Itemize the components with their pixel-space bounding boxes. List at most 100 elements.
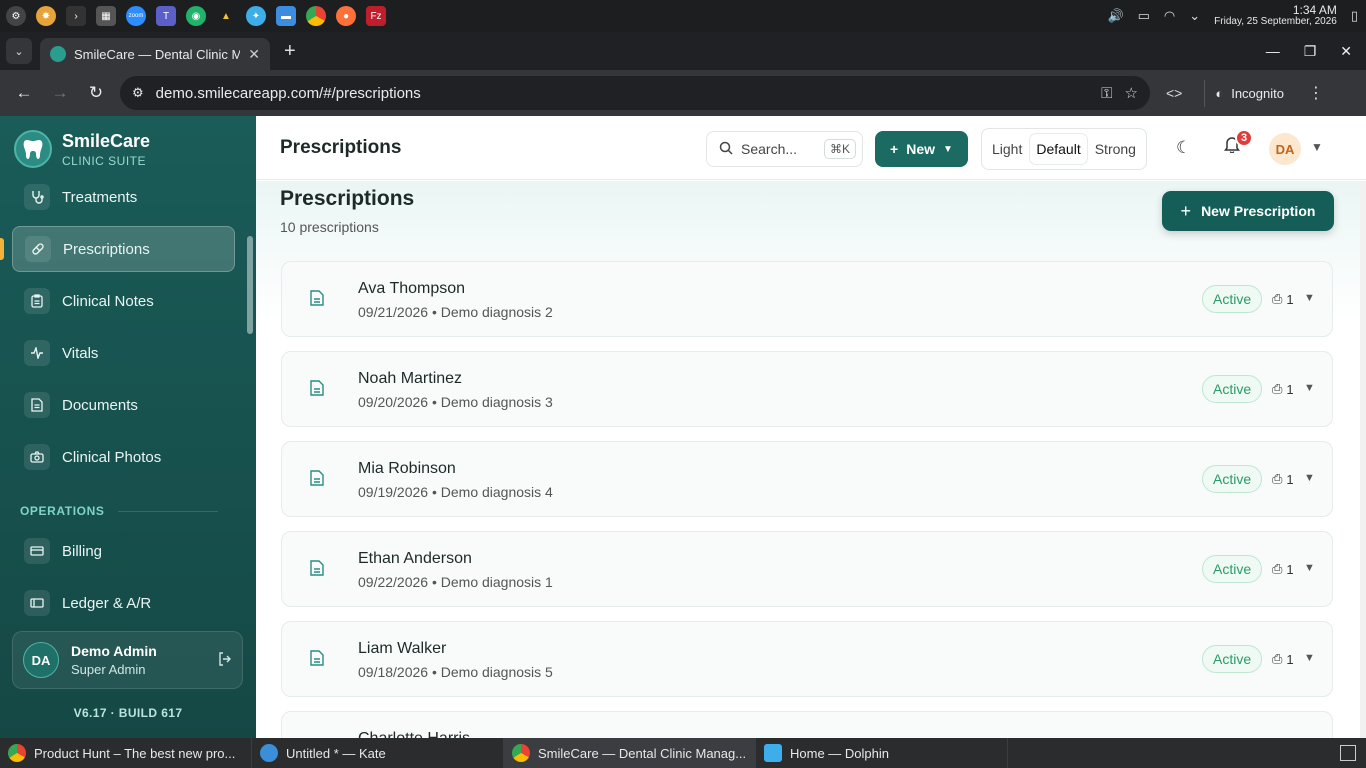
new-prescription-button[interactable]: + New Prescription bbox=[1162, 191, 1334, 231]
reload-icon[interactable]: ↻ bbox=[78, 83, 114, 103]
print-copies[interactable]: ⎙ 1 bbox=[1272, 381, 1294, 397]
filezilla-icon[interactable]: Fz bbox=[366, 6, 386, 26]
clock[interactable]: 1:34 AM Friday, 25 September, 2026 bbox=[1214, 3, 1337, 27]
copies-count: 1 bbox=[1286, 291, 1294, 307]
print-copies[interactable]: ⎙ 1 bbox=[1272, 561, 1294, 577]
expand-chevron-icon[interactable]: ▼ bbox=[1304, 382, 1315, 394]
prescription-document-icon bbox=[310, 560, 324, 581]
patient-name: Ava Thompson bbox=[358, 280, 466, 297]
prescription-card[interactable]: Ethan Anderson 09/22/2026 • Demo diagnos… bbox=[281, 531, 1333, 607]
prescription-date: 09/20/2026 bbox=[358, 394, 429, 410]
user-card[interactable]: DA Demo Admin Super Admin bbox=[12, 631, 243, 689]
dark-mode-moon-icon[interactable]: ☾ bbox=[1176, 138, 1191, 158]
prescription-card[interactable]: Liam Walker 09/18/2026 • Demo diagnosis … bbox=[281, 621, 1333, 697]
back-icon[interactable]: ← bbox=[6, 83, 42, 103]
prescription-document-icon bbox=[310, 650, 324, 671]
chat-app-icon[interactable]: ◉ bbox=[186, 6, 206, 26]
tab-search-dropdown-icon[interactable]: ⌄ bbox=[6, 38, 32, 64]
prescription-card[interactable]: Mia Robinson 09/19/2026 • Demo diagnosis… bbox=[281, 441, 1333, 517]
main-scrollbar[interactable] bbox=[1360, 181, 1366, 738]
new-tab-icon[interactable]: + bbox=[284, 40, 296, 63]
file-manager-icon[interactable]: ▬ bbox=[276, 6, 296, 26]
prescription-card[interactable]: Noah Martinez 09/20/2026 • Demo diagnosi… bbox=[281, 351, 1333, 427]
address-bar[interactable]: ⚙ demo.smilecareapp.com/#/prescriptions … bbox=[120, 76, 1150, 110]
wifi-icon[interactable]: ◠ bbox=[1164, 8, 1175, 24]
prescription-meta: 09/19/2026 • Demo diagnosis 4 bbox=[358, 484, 553, 500]
browser-menu-icon[interactable]: ⋮ bbox=[1308, 83, 1324, 103]
tab-close-icon[interactable]: ✕ bbox=[248, 46, 260, 63]
expand-chevron-icon[interactable]: ▼ bbox=[1304, 292, 1315, 304]
sidebar-item-label: Vitals bbox=[62, 344, 99, 362]
sidebar-item-prescriptions[interactable]: Prescriptions bbox=[12, 226, 235, 272]
sidebar-item-clinical-photos[interactable]: Clinical Photos bbox=[12, 434, 235, 480]
density-toggle: Light Default Strong bbox=[981, 128, 1147, 170]
section-title-operations: OPERATIONS bbox=[20, 504, 219, 518]
taskbar-item-label: SmileCare — Dental Clinic Manag... bbox=[538, 745, 747, 761]
density-default[interactable]: Default bbox=[1030, 134, 1087, 164]
terminal-icon[interactable]: › bbox=[66, 6, 86, 26]
sidebar-item-ledger[interactable]: Ledger & A/R bbox=[12, 580, 235, 626]
prescription-diagnosis: Demo diagnosis 3 bbox=[440, 394, 553, 410]
sidebar-item-documents[interactable]: Documents bbox=[12, 382, 235, 428]
search-input[interactable]: Search... ⌘K bbox=[706, 131, 863, 167]
print-copies[interactable]: ⎙ 1 bbox=[1272, 651, 1294, 667]
incognito-indicator[interactable]: ◐ Incognito bbox=[1204, 79, 1294, 107]
calendar-app-icon[interactable]: ▦ bbox=[96, 6, 116, 26]
sidebar-item-treatments[interactable]: Treatments bbox=[12, 174, 235, 220]
maximize-icon[interactable]: ❐ bbox=[1304, 43, 1317, 60]
window-close-icon[interactable]: ✕ bbox=[1340, 43, 1352, 60]
sidebar-item-clinical-notes[interactable]: Clinical Notes bbox=[12, 278, 235, 324]
new-menu-button[interactable]: + New ▼ bbox=[875, 131, 968, 167]
app-menu-icon[interactable]: ⚙ bbox=[6, 6, 26, 26]
site-info-icon[interactable]: ⚙ bbox=[132, 85, 144, 101]
sidebar-scrollbar[interactable] bbox=[247, 236, 253, 334]
chrome-icon[interactable] bbox=[306, 6, 326, 26]
chevron-down-icon: ▼ bbox=[943, 143, 953, 155]
plus-icon: + bbox=[1180, 200, 1192, 221]
minimize-icon[interactable]: — bbox=[1266, 43, 1280, 59]
kde-connect-icon[interactable]: ✦ bbox=[246, 6, 266, 26]
show-desktop-icon[interactable] bbox=[1340, 745, 1356, 761]
expand-chevron-icon[interactable]: ▼ bbox=[1304, 562, 1315, 574]
account-chevron-icon[interactable]: ▼ bbox=[1311, 140, 1323, 154]
copies-count: 1 bbox=[1286, 471, 1294, 487]
firefox-icon[interactable]: ● bbox=[336, 6, 356, 26]
taskbar-item-dolphin[interactable]: Home — Dolphin bbox=[756, 738, 1008, 768]
teams-icon[interactable]: T bbox=[156, 6, 176, 26]
clipboard-tray-icon[interactable]: ▯ bbox=[1351, 8, 1358, 24]
tray-expand-icon[interactable]: ⌄ bbox=[1189, 8, 1200, 24]
linux-tux-icon[interactable]: ▲ bbox=[216, 6, 236, 26]
prescription-card[interactable]: Ava Thompson 09/21/2026 • Demo diagnosis… bbox=[281, 261, 1333, 337]
stethoscope-icon bbox=[24, 184, 50, 210]
forward-icon[interactable]: → bbox=[42, 83, 78, 103]
print-copies[interactable]: ⎙ 1 bbox=[1272, 471, 1294, 487]
header-avatar[interactable]: DA bbox=[1269, 133, 1301, 165]
sidebar-item-billing[interactable]: Billing bbox=[12, 528, 235, 574]
battery-icon[interactable]: ▭ bbox=[1138, 8, 1150, 24]
bookmark-star-icon[interactable]: ☆ bbox=[1125, 84, 1138, 102]
taskbar-item-label: Product Hunt – The best new pro... bbox=[34, 745, 236, 761]
taskbar-item-kate[interactable]: Untitled * — Kate bbox=[252, 738, 504, 768]
brand[interactable]: SmileCare CLINIC SUITE bbox=[0, 116, 256, 182]
brand-subtitle: CLINIC SUITE bbox=[62, 153, 147, 168]
zoom-icon[interactable]: zoom bbox=[126, 6, 146, 26]
logout-icon[interactable] bbox=[218, 651, 232, 669]
browser-tab-active[interactable]: SmileCare — Dental Clinic M ✕ bbox=[40, 38, 270, 70]
expand-chevron-icon[interactable]: ▼ bbox=[1304, 472, 1315, 484]
sidebar-item-vitals[interactable]: Vitals bbox=[12, 330, 235, 376]
printer-icon: ⎙ bbox=[1272, 291, 1283, 306]
volume-icon[interactable]: 🔊 bbox=[1107, 8, 1123, 24]
prescription-card[interactable]: Charlotte Harris bbox=[281, 711, 1333, 738]
main-area: Prescriptions Search... ⌘K + New ▼ Light… bbox=[256, 116, 1366, 738]
taskbar-item-product-hunt[interactable]: Product Hunt – The best new pro... bbox=[0, 738, 252, 768]
density-light[interactable]: Light bbox=[986, 134, 1028, 164]
password-key-icon[interactable]: ⚿ bbox=[1101, 85, 1112, 102]
devtools-code-icon[interactable]: <> bbox=[1166, 85, 1182, 101]
expand-chevron-icon[interactable]: ▼ bbox=[1304, 652, 1315, 664]
pinwheel-app-icon[interactable]: ✸ bbox=[36, 6, 56, 26]
print-copies[interactable]: ⎙ 1 bbox=[1272, 291, 1294, 307]
clock-time: 1:34 AM bbox=[1292, 3, 1337, 17]
density-strong[interactable]: Strong bbox=[1089, 134, 1142, 164]
billing-icon bbox=[24, 538, 50, 564]
taskbar-item-smilecare[interactable]: SmileCare — Dental Clinic Manag... bbox=[504, 738, 756, 768]
